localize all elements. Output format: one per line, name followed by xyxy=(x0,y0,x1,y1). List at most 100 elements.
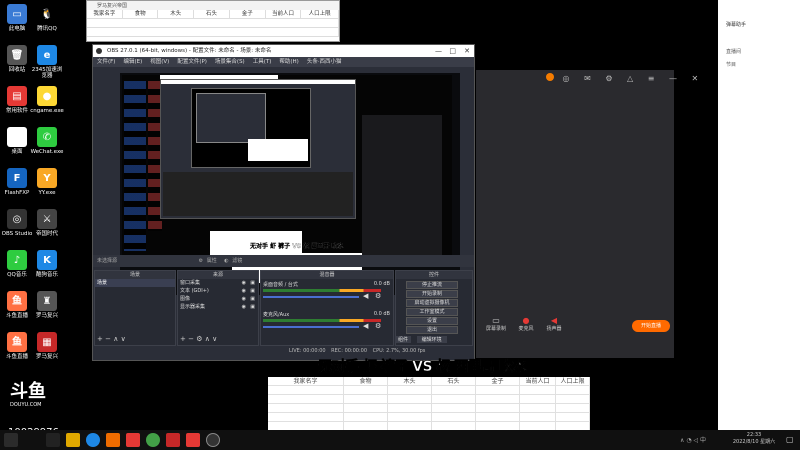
up-icon[interactable]: ∧ xyxy=(205,335,210,343)
table-cell[interactable] xyxy=(520,413,556,421)
control-button[interactable]: 启动虚拟摄像机 xyxy=(406,299,458,307)
maximize-icon[interactable]: □ xyxy=(449,45,456,57)
gear-icon[interactable]: ⚙ xyxy=(196,335,202,343)
table-cell[interactable] xyxy=(520,404,556,412)
lock-icon[interactable]: ▣ xyxy=(250,303,255,311)
table-cell[interactable] xyxy=(388,422,432,430)
desktop-shortcut[interactable]: e 2345加速浏览器 xyxy=(30,45,64,79)
minimize-icon[interactable]: — xyxy=(435,45,442,57)
table-cell[interactable] xyxy=(344,422,388,430)
close-icon[interactable]: ✕ xyxy=(692,74,705,83)
control-button[interactable]: 停止推流 xyxy=(406,281,458,289)
table-row[interactable] xyxy=(268,413,590,422)
table-cell[interactable] xyxy=(432,413,476,421)
table-cell[interactable] xyxy=(268,422,344,430)
speaker-control[interactable]: ◀ 扬声器 xyxy=(540,316,568,332)
lock-icon[interactable]: ▣ xyxy=(250,279,255,287)
obs-window[interactable]: OBS 27.0.1 (64-bit, windows) - 配置文件: 未命名… xyxy=(92,44,475,361)
control-button[interactable]: 工作室模式 xyxy=(406,308,458,316)
minimize-icon[interactable]: — xyxy=(669,74,683,83)
table-cell[interactable] xyxy=(520,386,556,394)
desktop-shortcut[interactable]: 🗑 回收站 xyxy=(0,45,34,73)
table-cell[interactable] xyxy=(432,404,476,412)
control-button[interactable]: 退出 xyxy=(406,326,458,334)
table-cell[interactable] xyxy=(556,386,590,394)
desktop-shortcut[interactable]: ◎ OBS Studio xyxy=(0,209,34,237)
mic-control[interactable]: ● 麦克风 xyxy=(512,316,540,332)
folder-icon[interactable] xyxy=(66,433,80,447)
desktop-shortcut[interactable]: ▯ 桌面 xyxy=(0,127,34,155)
eye-icon[interactable]: ◉ xyxy=(242,287,246,295)
table-cell[interactable] xyxy=(556,395,590,403)
table-cell[interactable] xyxy=(388,386,432,394)
table-cell[interactable] xyxy=(520,395,556,403)
table-cell[interactable] xyxy=(556,422,590,430)
speaker-icon[interactable]: ◀ xyxy=(363,292,368,300)
up-icon[interactable]: ∧ xyxy=(113,335,118,343)
desktop-shortcut[interactable]: ▭ 此电脑 xyxy=(0,4,34,32)
close-icon[interactable]: ✕ xyxy=(464,45,470,57)
control-button[interactable]: 设置 xyxy=(406,317,458,325)
menu-item[interactable]: 视图(V) xyxy=(150,57,169,67)
volume-slider[interactable] xyxy=(263,326,359,328)
filter-button[interactable]: 滤镜 xyxy=(232,258,242,264)
source-item[interactable]: 窗口采集 ◉ ▣ xyxy=(178,279,258,287)
table-cell[interactable] xyxy=(520,422,556,430)
eye-icon[interactable]: ◉ xyxy=(242,303,246,311)
desktop-shortcut[interactable]: ✆ WeChat.exe xyxy=(30,127,64,155)
table-cell[interactable] xyxy=(344,413,388,421)
mail-icon[interactable]: ✉ xyxy=(584,74,597,83)
table-cell[interactable] xyxy=(388,404,432,412)
desktop-shortcut[interactable]: ♜ 罗马复兴 xyxy=(30,291,64,319)
menu-icon[interactable]: ≡ xyxy=(648,74,661,83)
table-cell[interactable] xyxy=(476,422,520,430)
properties-button[interactable]: 属性 xyxy=(207,258,217,264)
gear-icon[interactable]: ⚙ xyxy=(199,258,203,264)
desktop-shortcut[interactable]: 鱼斗鱼直播 xyxy=(0,332,34,360)
table-cell[interactable] xyxy=(556,404,590,412)
table-cell[interactable] xyxy=(344,386,388,394)
table-row[interactable] xyxy=(268,395,590,404)
table-cell[interactable] xyxy=(344,404,388,412)
app-icon[interactable] xyxy=(106,433,120,447)
gear-icon[interactable]: ⚙ xyxy=(375,322,381,330)
menu-item[interactable]: 场景集合(S) xyxy=(215,57,245,67)
table-row[interactable] xyxy=(268,404,590,413)
menu-item[interactable]: 头条·西西小猫 xyxy=(307,57,342,67)
desktop-shortcut[interactable]: F FlashFXP xyxy=(0,168,34,196)
start-icon[interactable] xyxy=(4,433,18,447)
table-cell[interactable] xyxy=(268,395,344,403)
table-row[interactable] xyxy=(268,386,590,395)
skin-icon[interactable]: ◎ xyxy=(563,74,576,83)
remove-icon[interactable]: − xyxy=(188,335,194,343)
settings-icon[interactable]: ⚙ xyxy=(605,74,618,83)
table-cell[interactable] xyxy=(432,395,476,403)
chevron-up-icon[interactable]: ∧ xyxy=(680,437,684,444)
desktop-shortcut[interactable]: ▦ 罗马复兴 xyxy=(30,332,64,360)
desktop-shortcut[interactable]: ● cngame.exe xyxy=(30,86,64,114)
search-icon[interactable] xyxy=(46,433,60,447)
source-item[interactable]: 显示器采集 ◉ ▣ xyxy=(178,303,258,311)
app-icon[interactable] xyxy=(126,433,140,447)
eye-icon[interactable]: ◉ xyxy=(242,295,246,303)
desktop-shortcut[interactable]: ♪ QQ音乐 xyxy=(0,250,34,278)
app-icon[interactable] xyxy=(186,433,200,447)
desktop-shortcut[interactable]: ▤ 常用软件 xyxy=(0,86,34,114)
notification-icon[interactable]: ▢ xyxy=(786,435,794,444)
eye-icon[interactable]: ◉ xyxy=(242,279,246,287)
table-cell[interactable] xyxy=(388,413,432,421)
control-button[interactable]: 开始录制 xyxy=(406,290,458,298)
table-cell[interactable] xyxy=(432,422,476,430)
remove-icon[interactable]: − xyxy=(105,335,111,343)
lock-icon[interactable]: ▣ xyxy=(250,295,255,303)
app-icon[interactable] xyxy=(146,433,160,447)
obs-taskbar-icon[interactable] xyxy=(206,433,220,447)
desktop-shortcut[interactable]: 🐧 腾讯QQ xyxy=(30,4,64,32)
menu-item[interactable]: 配置文件(P) xyxy=(177,57,207,67)
network-icon[interactable]: ◔ xyxy=(686,437,691,444)
desktop-shortcut[interactable]: 鱼斗鱼直播 xyxy=(0,291,34,319)
lock-icon[interactable]: ▣ xyxy=(250,287,255,295)
table-cell[interactable] xyxy=(344,395,388,403)
source-item[interactable]: 文本 (GDI+) ◉ ▣ xyxy=(178,287,258,295)
menu-item[interactable]: 编辑(E) xyxy=(123,57,142,67)
